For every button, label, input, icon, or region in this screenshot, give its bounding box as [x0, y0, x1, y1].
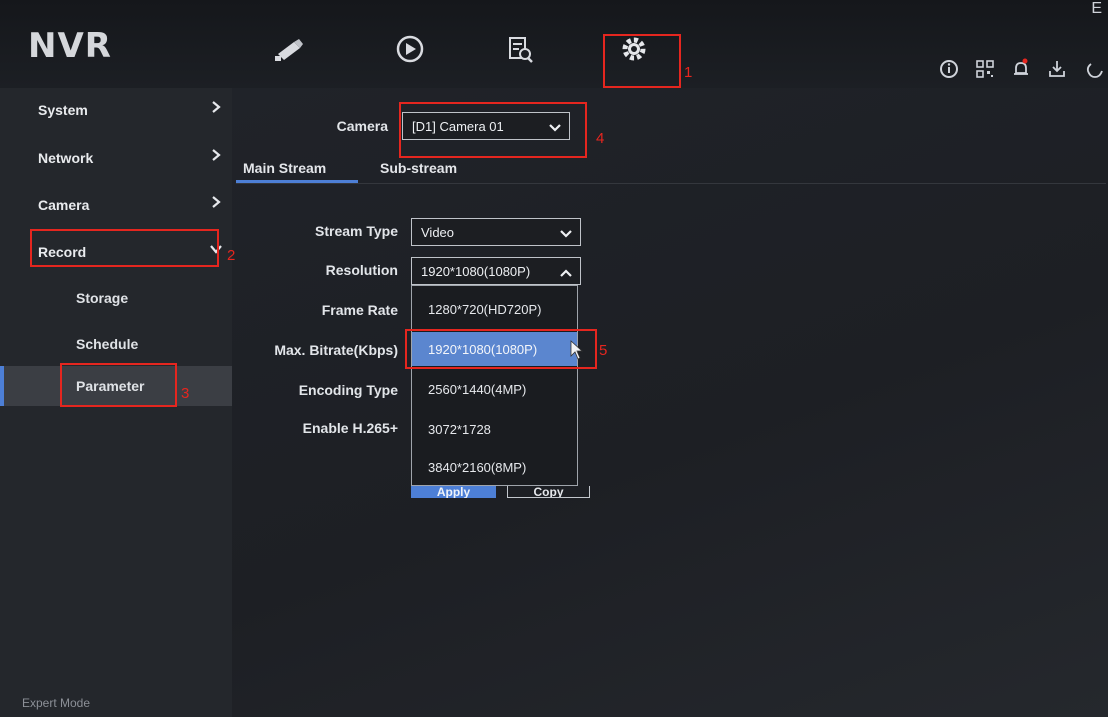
enable-h265-label: Enable H.265+: [302, 420, 398, 436]
stream-type-label: Stream Type: [315, 223, 398, 239]
resolution-label: Resolution: [325, 262, 398, 278]
info-icon[interactable]: [938, 58, 960, 80]
resolution-value: 1920*1080(1080P): [421, 264, 531, 279]
annotation-number: 3: [181, 385, 190, 402]
resolution-option-label: 3072*1728: [428, 422, 491, 437]
annotation-number: 1: [684, 64, 693, 81]
download-icon[interactable]: [1046, 58, 1068, 80]
sidebar-item-label: Network: [38, 150, 94, 166]
chevron-up-icon: [560, 266, 572, 277]
annotation-number: 5: [599, 342, 608, 359]
resolution-option-label: 2560*1440(4MP): [428, 382, 527, 397]
annotation-box-parameter: [60, 363, 177, 407]
annotation-box-resolution-option: [405, 329, 597, 369]
sidebar-sub-schedule[interactable]: Schedule: [0, 324, 232, 364]
corner-label: E: [1091, 0, 1102, 17]
chevron-right-icon: [210, 148, 222, 162]
tab-sub-stream[interactable]: Sub-stream: [380, 160, 457, 176]
sidebar-sub-label: Storage: [76, 290, 129, 306]
annotation-box-record: [30, 229, 219, 267]
resolution-option[interactable]: 1280*720(HD720P): [412, 292, 577, 326]
sidebar-item-system[interactable]: System: [0, 90, 232, 134]
annotation-number: 2: [227, 247, 236, 264]
qr-code-icon[interactable]: [974, 58, 996, 80]
expert-mode-link[interactable]: Expert Mode: [22, 696, 90, 710]
annotation-box-settings: [603, 34, 681, 88]
stream-type-value: Video: [421, 225, 455, 240]
sidebar-sub-storage[interactable]: Storage: [0, 278, 232, 318]
top-navigation-bar: NVR E: [0, 0, 1108, 88]
resolution-dropdown-list: 1280*720(HD720P) 1920*1080(1080P) 2560*1…: [411, 285, 578, 486]
sidebar-item-label: System: [38, 102, 88, 118]
tab-main-stream[interactable]: Main Stream: [243, 160, 326, 176]
power-icon[interactable]: [1084, 58, 1106, 80]
sidebar-sub-label: Schedule: [76, 336, 139, 352]
chevron-down-icon: [560, 227, 572, 238]
search-file-icon[interactable]: [503, 34, 537, 64]
resolution-option-label: 3840*2160(8MP): [428, 460, 527, 475]
frame-rate-label: Frame Rate: [321, 302, 398, 318]
playback-icon[interactable]: [393, 34, 427, 64]
alarm-bell-icon[interactable]: [1010, 58, 1032, 80]
apply-button[interactable]: Apply: [411, 486, 496, 498]
chevron-right-icon: [210, 100, 222, 114]
chevron-right-icon: [210, 195, 222, 209]
nvr-logo: NVR: [28, 26, 112, 66]
resolution-option[interactable]: 3072*1728: [412, 412, 577, 446]
resolution-select[interactable]: 1920*1080(1080P): [411, 257, 581, 285]
max-bitrate-label: Max. Bitrate(Kbps): [274, 342, 398, 358]
resolution-option[interactable]: 2560*1440(4MP): [412, 372, 577, 406]
annotation-box-camera: [399, 102, 587, 158]
encoding-type-label: Encoding Type: [298, 382, 398, 398]
sidebar-item-label: Camera: [38, 197, 90, 213]
camera-icon[interactable]: [272, 34, 306, 64]
camera-label: Camera: [336, 118, 388, 134]
stream-type-select[interactable]: Video: [411, 218, 581, 246]
tab-divider: [236, 183, 1106, 184]
copy-button[interactable]: Copy: [507, 486, 590, 498]
resolution-option[interactable]: 3840*2160(8MP): [412, 450, 577, 484]
sidebar-item-network[interactable]: Network: [0, 138, 232, 182]
sidebar-item-camera[interactable]: Camera: [0, 185, 232, 229]
annotation-number: 4: [596, 130, 605, 147]
resolution-option-label: 1280*720(HD720P): [428, 302, 542, 317]
